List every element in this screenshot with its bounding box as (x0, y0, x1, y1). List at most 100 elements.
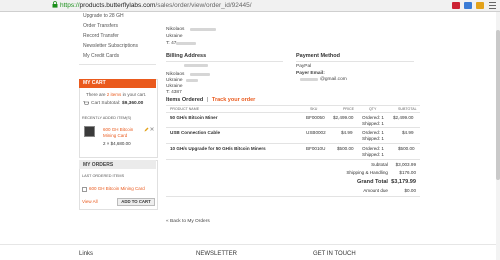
my-orders-title: MY ORDERS (83, 162, 114, 168)
recent-items-label: RECENTLY ADDED ITEM(S) (82, 116, 132, 120)
redacted-text (190, 28, 216, 31)
items-header-divider (166, 112, 420, 113)
sidebar-link-order-transfers[interactable]: Order Transfers (83, 23, 118, 29)
last-ordered-label: LAST ORDERED ITEMS (82, 174, 125, 178)
footer-contact-heading: GET IN TOUCH (313, 251, 356, 257)
payment-divider (296, 61, 414, 62)
extension-icon[interactable] (476, 2, 484, 9)
url-path: /sales/order/view/order_id/92445/ (155, 2, 252, 9)
payment-method-value: PayPal (296, 64, 312, 69)
lock-icon (52, 1, 58, 8)
totals-subtotal-label: Subtotal (371, 162, 388, 167)
url-scheme: https:// (60, 2, 80, 9)
footer-newsletter-heading: NEWSLETTER (196, 251, 238, 257)
row-ordered: Ordered: 1 (362, 115, 384, 120)
row-ordered: Ordered: 1 (362, 130, 384, 135)
totals-divider (166, 196, 420, 197)
redacted-text (300, 78, 318, 81)
items-table-bottom (166, 159, 420, 160)
items-ordered-title: Items Ordered | Track your order (166, 97, 256, 103)
cart-subtotal-label: Cart Subtotal: (91, 101, 121, 106)
row-product-name: 10 GH/s Upgrade for 50 GH/s Bitcoin Mine… (170, 146, 266, 151)
extension-icon[interactable] (464, 2, 472, 9)
url-field[interactable]: https://products.butterflylabs.com/sales… (60, 0, 252, 11)
row-shipped: Shipped: 1 (362, 121, 384, 126)
redacted-text (190, 73, 210, 76)
row-subtotal: $500.00 (398, 146, 415, 151)
product-thumbnail[interactable] (84, 126, 95, 137)
row-price: $500.00 (337, 146, 354, 151)
billing-name: Nikolaos (166, 72, 185, 77)
footer-divider (0, 244, 500, 245)
cart-icon (83, 101, 89, 105)
row-shipped: Shipped: 1 (362, 152, 384, 157)
shipping-phone: T: 47 (166, 41, 177, 46)
header-subtotal: SUBTOTAL (398, 107, 417, 111)
remove-icon[interactable] (150, 127, 154, 131)
header-product-name: PRODUCT NAME (170, 107, 200, 111)
sidebar-link-upgrade[interactable]: Upgrade to 28 GH (83, 13, 124, 19)
shipping-country: Ukraine (166, 34, 183, 39)
footer-links-heading: Links (79, 251, 94, 257)
back-to-orders-link[interactable]: « Back to My Orders (166, 219, 210, 224)
payer-email-label: Payer Email: (296, 71, 325, 76)
view-all-link[interactable]: View All (82, 199, 98, 204)
extension-icon[interactable] (452, 2, 460, 9)
payer-email-value: @gmail.com (320, 77, 347, 82)
row-sku: BF00050 (306, 115, 325, 120)
cart-item-name[interactable]: 600 GH Bitcoin (103, 127, 133, 132)
edit-icon[interactable] (144, 127, 149, 132)
cart-title: MY CART (83, 80, 106, 86)
payment-method-title: Payment Method (296, 53, 341, 59)
header-price: PRICE (343, 107, 354, 111)
row-product-name: USB Connection Cable (170, 130, 221, 135)
browser-address-bar: https://products.butterflylabs.com/sales… (0, 0, 500, 12)
items-table-top (166, 105, 420, 106)
sidebar-link-record-transfer[interactable]: Record Transfer (83, 33, 119, 39)
row-ordered: Ordered: 1 (362, 146, 384, 151)
redacted-text (184, 64, 208, 67)
totals-due-label: Amount due (363, 188, 388, 193)
totals-shipping-label: Shipping & Handling (346, 170, 388, 175)
totals-shipping-value: $176.00 (399, 170, 416, 175)
billing-address-title: Billing Address (166, 53, 207, 59)
cart-subtotal-value: $9,360.00 (122, 101, 144, 106)
reorder-checkbox[interactable] (82, 187, 87, 192)
shipping-name: Nikolaos (166, 27, 185, 32)
billing-phone: T: 4387 (166, 90, 182, 95)
totals-grand-label: Grand Total (357, 179, 388, 185)
last-ordered-item[interactable]: 600 GH Bitcoin Mining Card (89, 186, 145, 191)
add-to-cart-button[interactable]: ADD TO CART (117, 198, 155, 206)
menu-icon[interactable] (489, 2, 496, 9)
billing-country: Ukraine (166, 78, 183, 83)
row-shipped: Shipped: 1 (362, 136, 384, 141)
redacted-text (186, 79, 198, 82)
cart-item-qty-price: 2 × $4,680.00 (103, 141, 131, 146)
cart-item-name-2[interactable]: Mining Card (103, 133, 127, 138)
url-host: products.butterflylabs.com (79, 2, 156, 9)
cart-items-link[interactable]: 2 items (107, 92, 122, 97)
sidebar-link-credit-cards[interactable]: My Credit Cards (83, 53, 119, 59)
row-divider (166, 143, 420, 144)
billing-country-2: Ukraine (166, 84, 183, 89)
cart-summary: There are 2 items in your cart. (86, 92, 147, 97)
sidebar-divider (79, 64, 156, 65)
row-price: $4.99 (341, 130, 353, 135)
row-divider (166, 127, 420, 128)
scrollbar-thumb[interactable] (496, 30, 500, 180)
header-qty: QTY (369, 107, 377, 111)
redacted-text (176, 42, 196, 45)
totals-grand-value: $3,179.99 (391, 179, 416, 185)
row-product-name: 50 GH/s Bitcoin Miner (170, 115, 218, 120)
track-order-link[interactable]: Track your order (212, 97, 255, 103)
row-price: $2,499.00 (333, 115, 354, 120)
totals-subtotal-value: $3,003.99 (395, 162, 416, 167)
my-orders-header: MY ORDERS (79, 160, 156, 169)
row-subtotal: $4.99 (402, 130, 414, 135)
cart-header: MY CART (79, 79, 156, 88)
billing-divider (166, 61, 283, 62)
sidebar-link-newsletter[interactable]: Newsletter Subscriptions (83, 43, 138, 49)
row-sku: USB0002 (306, 130, 326, 135)
totals-due-value: $0.00 (404, 188, 417, 193)
row-sku: BF0010U (306, 146, 326, 151)
